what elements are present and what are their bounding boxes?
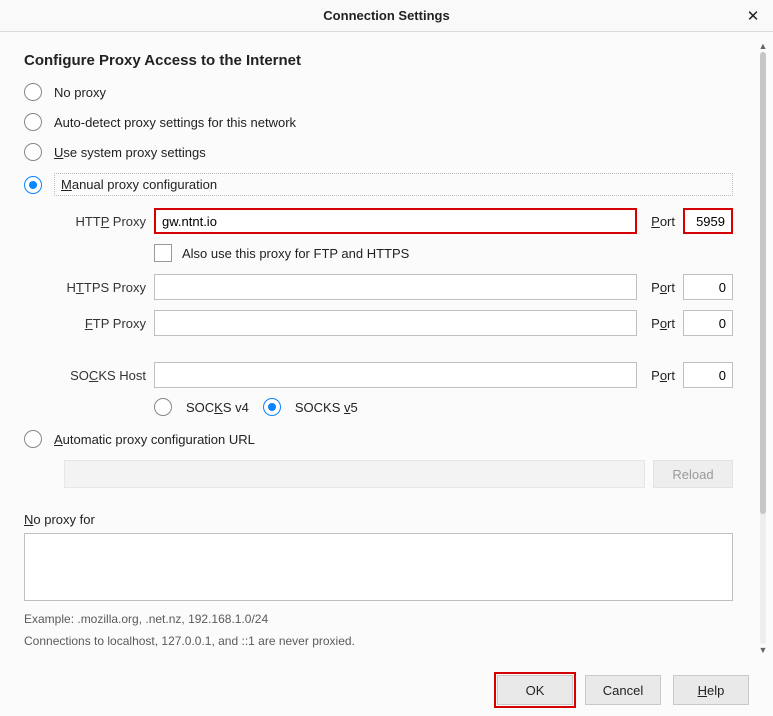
reload-button[interactable]: Reload bbox=[653, 460, 733, 488]
radio-socks-v4[interactable] bbox=[154, 398, 172, 416]
http-proxy-label: HTTP Proxy bbox=[36, 214, 146, 229]
also-use-checkbox[interactable] bbox=[154, 244, 172, 262]
label-manual-proxy: Manual proxy configuration bbox=[54, 173, 733, 196]
socks-host-input[interactable] bbox=[154, 362, 637, 388]
titlebar: Connection Settings ✕ bbox=[0, 0, 773, 32]
also-use-label: Also use this proxy for FTP and HTTPS bbox=[182, 246, 409, 261]
http-port-input[interactable] bbox=[683, 208, 733, 234]
https-proxy-label: HTTPS Proxy bbox=[36, 280, 146, 295]
label-socks-v5: SOCKS v5 bbox=[295, 400, 358, 415]
pac-url-input[interactable] bbox=[64, 460, 645, 488]
localhost-note: Connections to localhost, 127.0.0.1, and… bbox=[24, 634, 733, 648]
scrollbar-thumb[interactable] bbox=[760, 52, 766, 514]
https-port-input[interactable] bbox=[683, 274, 733, 300]
example-text: Example: .mozilla.org, .net.nz, 192.168.… bbox=[24, 612, 733, 626]
vertical-scrollbar[interactable]: ▲ ▼ bbox=[757, 40, 769, 656]
ftp-proxy-input[interactable] bbox=[154, 310, 637, 336]
radio-socks-v5[interactable] bbox=[263, 398, 281, 416]
socks-port-label: Port bbox=[645, 368, 675, 383]
scroll-down-arrow-icon[interactable]: ▼ bbox=[757, 644, 769, 656]
ftp-port-label: Port bbox=[645, 316, 675, 331]
section-heading: Configure Proxy Access to the Internet bbox=[24, 52, 733, 69]
radio-manual-proxy[interactable] bbox=[24, 176, 42, 194]
http-port-label: Port bbox=[645, 214, 675, 229]
close-icon[interactable]: ✕ bbox=[741, 4, 765, 28]
socks-port-input[interactable] bbox=[683, 362, 733, 388]
label-auto-detect: Auto-detect proxy settings for this netw… bbox=[54, 115, 296, 130]
ok-button[interactable]: OK bbox=[497, 675, 573, 705]
ftp-port-input[interactable] bbox=[683, 310, 733, 336]
radio-no-proxy[interactable] bbox=[24, 83, 42, 101]
dialog-body: Configure Proxy Access to the Internet N… bbox=[0, 32, 773, 664]
label-no-proxy: No proxy bbox=[54, 85, 106, 100]
scroll-up-arrow-icon[interactable]: ▲ bbox=[757, 40, 769, 52]
no-proxy-for-label: No proxy for bbox=[24, 512, 733, 527]
http-proxy-input[interactable] bbox=[154, 208, 637, 234]
no-proxy-for-input[interactable] bbox=[24, 533, 733, 601]
radio-auto-detect[interactable] bbox=[24, 113, 42, 131]
radio-pac[interactable] bbox=[24, 430, 42, 448]
radio-system-proxy[interactable] bbox=[24, 143, 42, 161]
dialog-title: Connection Settings bbox=[323, 8, 449, 23]
ftp-proxy-label: FTP Proxy bbox=[36, 316, 146, 331]
label-pac: Automatic proxy configuration URL bbox=[54, 432, 255, 447]
dialog-footer: OK Cancel Help bbox=[0, 664, 773, 716]
socks-host-label: SOCKS Host bbox=[36, 368, 146, 383]
label-system-proxy: Use system proxy settings bbox=[54, 145, 206, 160]
help-button[interactable]: Help bbox=[673, 675, 749, 705]
label-socks-v4: SOCKS v4 bbox=[186, 400, 249, 415]
cancel-button[interactable]: Cancel bbox=[585, 675, 661, 705]
https-port-label: Port bbox=[645, 280, 675, 295]
https-proxy-input[interactable] bbox=[154, 274, 637, 300]
